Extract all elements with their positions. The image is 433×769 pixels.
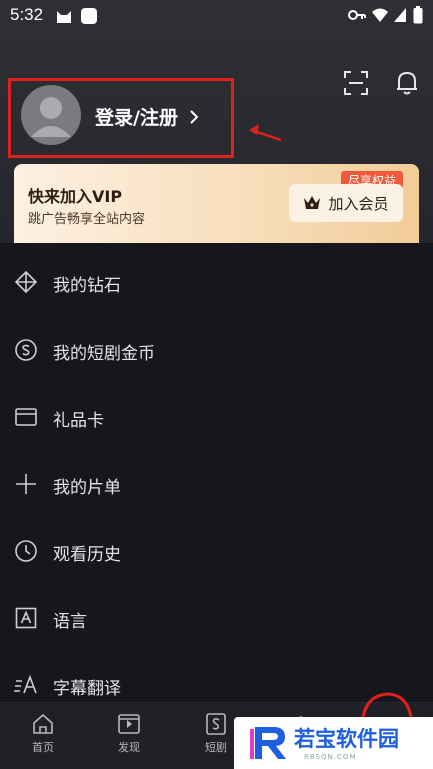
vip-subtitle: 跳广告畅享全站内容 [28, 212, 146, 227]
menu-item-gift-card[interactable]: 礼品卡 [0, 387, 433, 445]
menu-item-short-drama-coins[interactable]: 我的短剧金币 [0, 320, 433, 378]
coin-icon [15, 339, 37, 361]
watermark: 若宝软件园 RBSQN.COM [234, 717, 433, 769]
scan-icon[interactable] [343, 70, 369, 96]
menu-item-language[interactable]: 语言 [0, 588, 433, 646]
vip-banner[interactable]: 尽享权益 快来加入VIP 跳广告畅享全站内容 加入会员 [14, 164, 419, 243]
play-icon [118, 714, 140, 734]
watermark-logo-icon [250, 727, 286, 759]
cat-icon [57, 11, 71, 23]
square-icon [81, 8, 97, 24]
crown-icon [304, 196, 321, 209]
subtitle-icon [14, 674, 37, 694]
chevron-right-icon [189, 110, 198, 124]
menu-item-my-list[interactable]: 我的片单 [0, 454, 433, 512]
plus-icon [16, 474, 36, 494]
card-icon [15, 408, 37, 426]
status-bar: 5:32 [0, 0, 433, 32]
annotation-arrow-icon [249, 124, 282, 142]
login-register-link[interactable]: 登录/注册 [95, 103, 199, 130]
watermark-text: 若宝软件园 [294, 727, 399, 751]
join-vip-button[interactable]: 加入会员 [289, 184, 403, 222]
tab-discover[interactable]: 发现 [99, 713, 159, 755]
menu-item-watch-history[interactable]: 观看历史 [0, 521, 433, 579]
diamond-icon [14, 270, 38, 294]
avatar[interactable] [21, 85, 81, 145]
status-time: 5:32 [10, 5, 44, 24]
user-icon [31, 97, 71, 137]
key-icon [348, 10, 366, 20]
short-drama-icon [206, 713, 226, 735]
tab-home[interactable]: 首页 [13, 713, 73, 755]
signal-icon [394, 8, 406, 22]
battery-icon [413, 6, 423, 24]
watermark-url: RBSQN.COM [304, 753, 357, 761]
profile-login-area[interactable]: 登录/注册 [8, 78, 234, 158]
language-icon [15, 607, 37, 629]
wifi-icon [372, 8, 388, 22]
clock-icon [15, 540, 37, 562]
bell-icon[interactable] [395, 70, 419, 96]
vip-title: 快来加入VIP [28, 187, 123, 206]
home-icon [33, 714, 53, 734]
menu-item-diamonds[interactable]: 我的钻石 [0, 252, 433, 310]
